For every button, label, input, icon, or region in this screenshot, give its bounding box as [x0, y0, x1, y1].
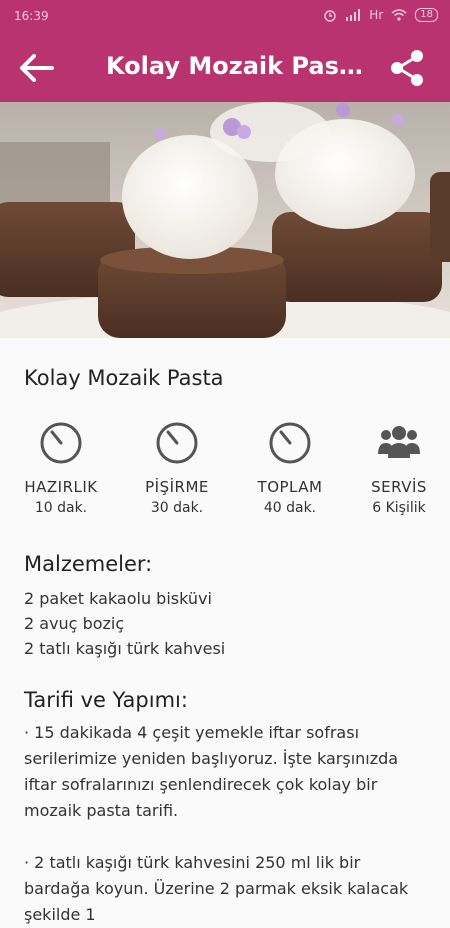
status-icons: Hr 18	[323, 8, 438, 22]
battery-icon: 18	[415, 8, 438, 22]
stat-toplam: TOPLAM 40 dak.	[235, 420, 345, 516]
ingredient-item: 2 tatlı kaşığı türk kahvesi	[24, 639, 226, 658]
timer-icon	[269, 422, 311, 464]
stat-label: PİŞİRME	[145, 478, 209, 496]
back-arrow-icon[interactable]	[18, 52, 54, 84]
stat-label: HAZIRLIK	[24, 478, 98, 496]
timer-icon	[40, 422, 82, 464]
step-paragraph: · 2 tatlı kaşığı türk kahvesini 250 ml l…	[24, 853, 409, 924]
stat-value: 6 Kişilik	[372, 500, 426, 516]
stat-label: SERVİS	[371, 478, 427, 496]
stat-value: 10 dak.	[34, 500, 88, 516]
recipe-title: Kolay Mozaik Pasta	[24, 366, 224, 390]
network-type: Hr	[369, 8, 384, 22]
signal-icon	[346, 9, 361, 21]
stat-label: TOPLAM	[257, 478, 323, 496]
timer-icon	[156, 422, 198, 464]
wifi-icon	[391, 9, 407, 21]
ingredient-item: 2 avuç boziç	[24, 614, 125, 633]
stat-hazirlik: HAZIRLIK 10 dak.	[6, 420, 116, 516]
ingredient-item: 2 paket kakaolu bisküvi	[24, 589, 212, 608]
step-paragraph: · 15 dakikada 4 çeşit yemekle iftar sofr…	[24, 723, 399, 820]
stat-servis: SERVİS 6 Kişilik	[344, 420, 450, 516]
recipe-photo	[0, 102, 450, 338]
status-bar: 16:39 Hr 18	[0, 0, 450, 34]
app-bar-title: Kolay Mozaik Pasta	[106, 52, 366, 80]
people-icon	[378, 426, 420, 458]
status-time: 16:39	[14, 9, 49, 23]
alarm-icon	[324, 10, 336, 22]
stat-value: 40 dak.	[263, 500, 317, 516]
share-icon[interactable]	[390, 50, 424, 86]
recipe-stats: HAZIRLIK 10 dak. PİŞİRME 30 dak. TOPLAM …	[0, 420, 450, 530]
stat-pisirme: PİŞİRME 30 dak.	[122, 420, 232, 516]
stat-value: 30 dak.	[150, 500, 204, 516]
app-bar: Kolay Mozaik Pasta	[0, 34, 450, 102]
ingredients-title: Malzemeler:	[24, 552, 153, 576]
recipe-content: Kolay Mozaik Pasta HAZIRLIK 10 dak. PİŞİ…	[0, 338, 450, 924]
steps-title: Tarifi ve Yapımı:	[24, 688, 188, 712]
